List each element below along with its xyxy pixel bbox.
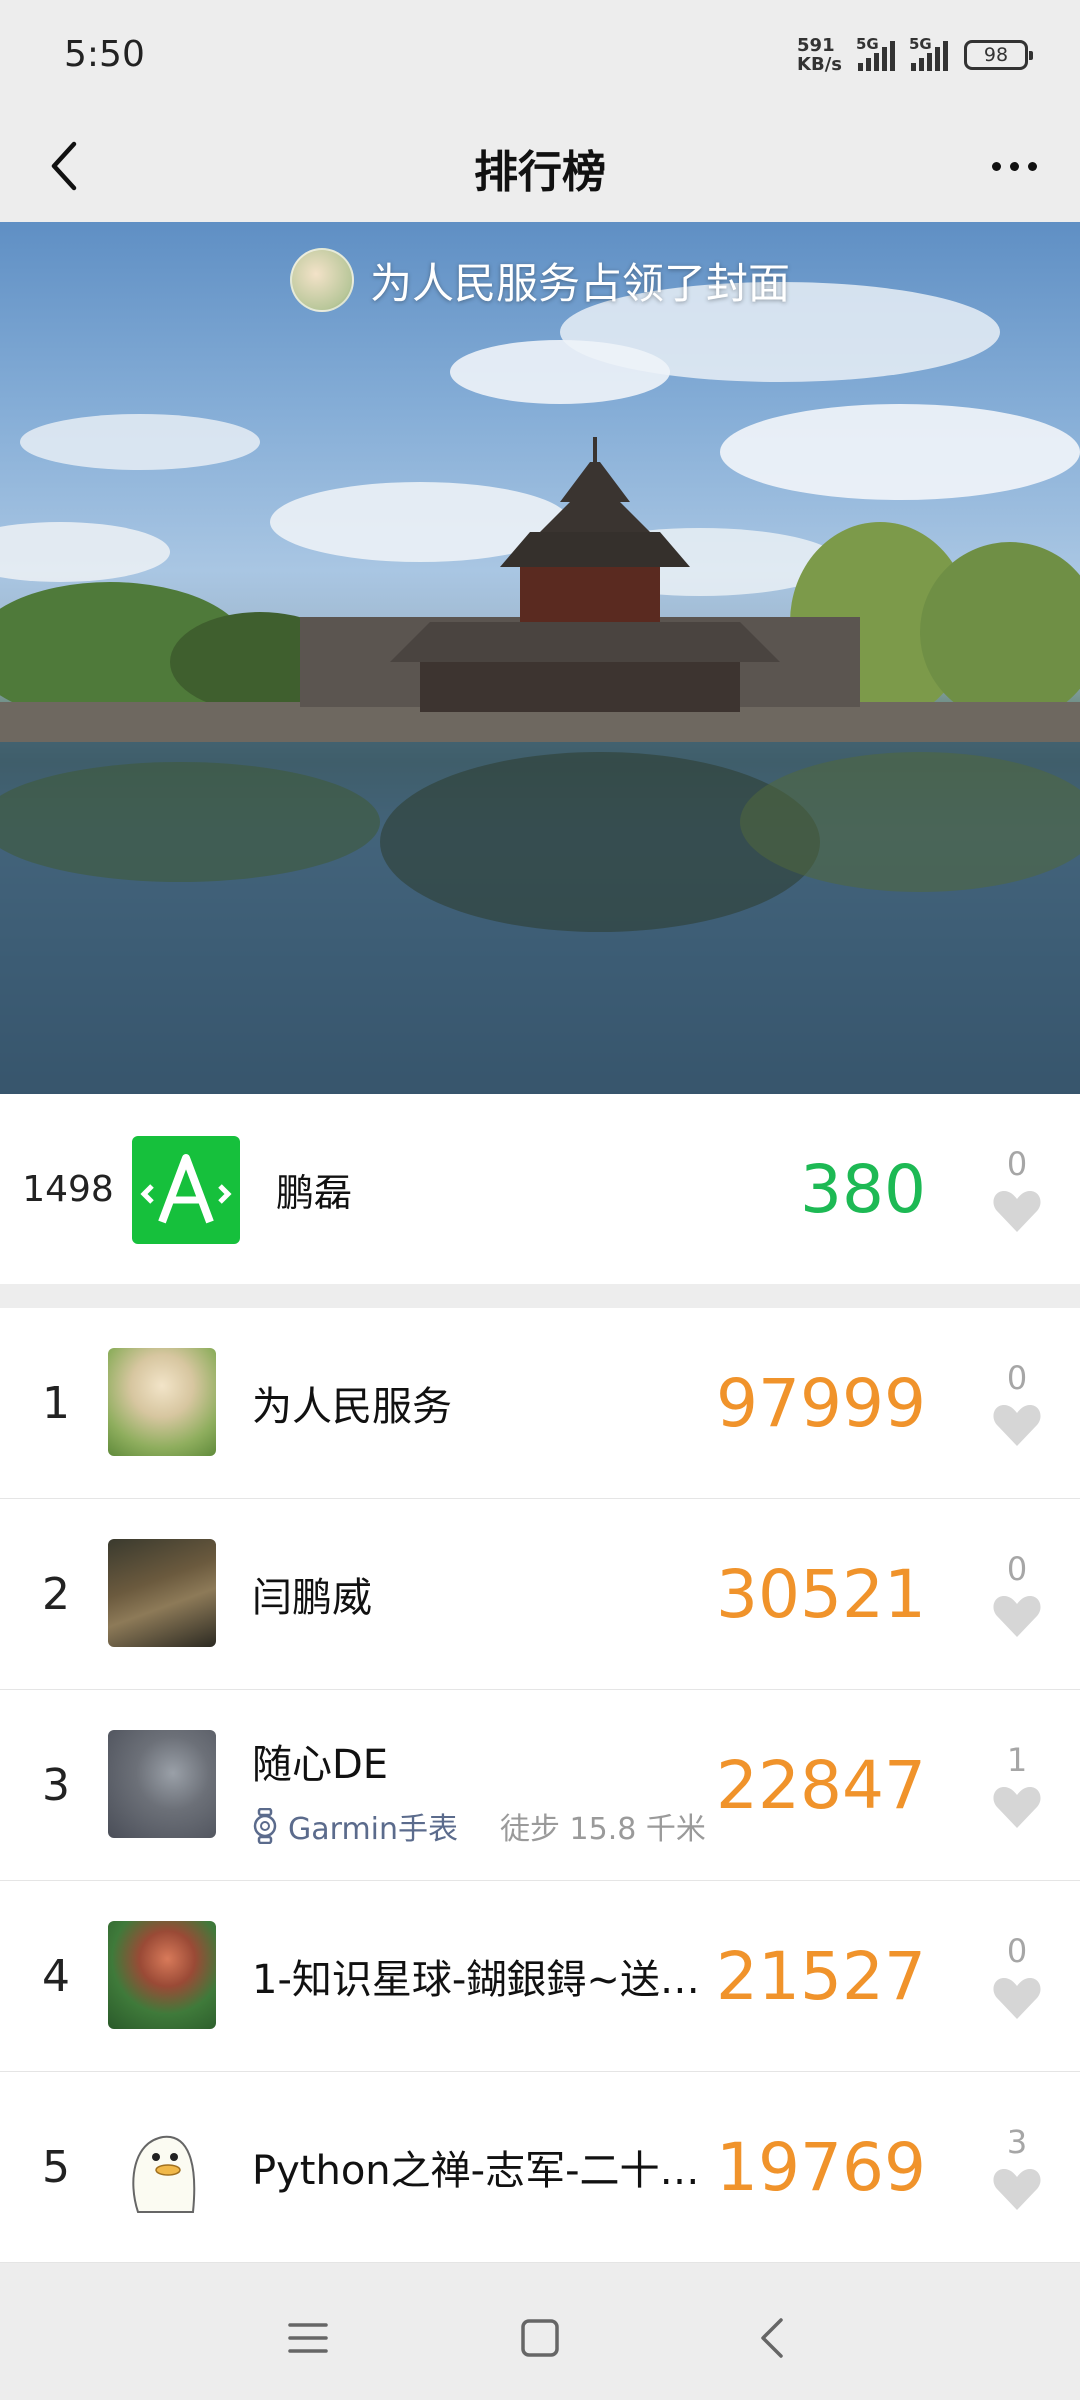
ranking-list: 1 为人民服务 97999 0 2 闫鹏威 30521 0 3 随心DE Gar… — [0, 1308, 1080, 2263]
step-count: 97999 — [716, 1364, 926, 1442]
my-rank-row[interactable]: 1498 鹏磊 380 0 — [0, 1094, 1080, 1284]
my-rank-number: 1498 — [22, 1168, 114, 1210]
network-speed: 591 KB/s — [797, 36, 842, 74]
menu-icon — [288, 2323, 328, 2353]
like-button[interactable]: 0 — [984, 1881, 1050, 2071]
like-button[interactable]: 3 — [984, 2072, 1050, 2262]
rank-number: 5 — [42, 2141, 70, 2193]
avatar[interactable] — [108, 1539, 216, 1647]
my-steps: 380 — [800, 1150, 926, 1228]
list-item[interactable]: 1 为人民服务 97999 0 — [0, 1308, 1080, 1499]
heart-icon — [993, 2169, 1041, 2210]
more-button[interactable] — [974, 130, 1054, 202]
list-item[interactable]: 2 闫鹏威 30521 0 — [0, 1499, 1080, 1690]
home-button[interactable] — [510, 2308, 570, 2368]
rank-number: 3 — [42, 1759, 70, 1811]
avatar[interactable] — [108, 1730, 216, 1838]
like-count: 0 — [1006, 1145, 1028, 1183]
more-dots-icon — [991, 161, 1001, 171]
status-indicators: 591 KB/s 5G 5G 98 — [797, 35, 1033, 74]
device-name: Garmin手表 — [288, 1812, 459, 1847]
like-button[interactable]: 1 — [984, 1690, 1050, 1880]
cover-image[interactable]: 为人民服务占领了封面 — [0, 222, 1080, 1094]
app-logo-icon — [140, 1154, 232, 1224]
watch-icon — [253, 1808, 277, 1844]
like-button[interactable]: 0 — [984, 1499, 1050, 1689]
user-name: 为人民服务 — [252, 1384, 452, 1430]
heart-icon — [993, 1405, 1041, 1446]
home-square-icon — [521, 2319, 559, 2357]
device-info: Garmin手表 徒步 15.8 千米 — [252, 1804, 706, 1848]
my-name: 鹏磊 — [276, 1170, 353, 1215]
heart-icon — [993, 1978, 1041, 2019]
user-name: 1-知识星球-鍸銀鍀~送… — [252, 1957, 700, 2003]
cover-caption: 为人民服务占领了封面 — [0, 248, 1080, 312]
my-avatar[interactable] — [132, 1136, 240, 1244]
signal-icon: 5G — [852, 35, 895, 71]
heart-icon — [993, 1787, 1041, 1828]
status-time: 5:50 — [64, 34, 145, 75]
like-button[interactable]: 0 — [984, 1308, 1050, 1498]
like-count: 0 — [1006, 1359, 1028, 1397]
cover-scene-image — [0, 282, 1080, 1094]
activity-meta: 徒步 15.8 千米 — [500, 1812, 706, 1847]
user-name: Python之禅-志军-二十… — [252, 2148, 700, 2194]
system-back-button[interactable] — [742, 2308, 802, 2368]
back-triangle-icon — [761, 2318, 783, 2358]
step-count: 22847 — [716, 1746, 926, 1824]
battery-icon: 98 — [964, 40, 1033, 70]
network-speed-value: 591 — [797, 35, 835, 56]
my-like-button[interactable]: 0 — [984, 1094, 1050, 1284]
heart-icon — [993, 1191, 1041, 1232]
heart-icon — [993, 1596, 1041, 1637]
like-count: 3 — [1006, 2123, 1028, 2161]
system-nav-bar — [0, 2276, 1080, 2400]
user-info: 随心DE Garmin手表 徒步 15.8 千米 — [252, 1732, 706, 1848]
list-item[interactable]: 3 随心DE Garmin手表 徒步 15.8 千米 22847 1 — [0, 1690, 1080, 1881]
rank-number: 2 — [42, 1568, 70, 1620]
battery-level: 98 — [983, 44, 1009, 66]
step-count: 19769 — [716, 2128, 926, 2206]
cover-caption-text: 为人民服务占领了封面 — [369, 258, 790, 308]
rank-number: 4 — [42, 1950, 70, 2002]
list-item[interactable]: 5 Python之禅-志军-二十… 19769 3 — [0, 2072, 1080, 2263]
like-count: 0 — [1006, 1550, 1028, 1588]
status-bar: 5:50 591 KB/s 5G 5G 98 — [0, 0, 1080, 110]
page-title: 排行榜 — [474, 147, 606, 198]
avatar[interactable] — [108, 1348, 216, 1456]
signal-icon-2: 5G — [905, 35, 948, 71]
step-count: 30521 — [716, 1555, 926, 1633]
section-divider — [0, 1284, 1080, 1308]
like-count: 0 — [1006, 1932, 1028, 1970]
avatar[interactable] — [108, 2112, 216, 2220]
user-name: 随心DE — [252, 1742, 389, 1788]
cover-avatar[interactable] — [289, 248, 354, 312]
list-item[interactable]: 4 1-知识星球-鍸銀鍀~送… 21527 0 — [0, 1881, 1080, 2072]
user-name: 闫鹏威 — [252, 1575, 372, 1621]
like-count: 1 — [1006, 1741, 1028, 1779]
network-speed-unit: KB/s — [797, 54, 842, 75]
step-count: 21527 — [716, 1937, 926, 2015]
recent-apps-button[interactable] — [278, 2308, 338, 2368]
avatar[interactable] — [108, 1921, 216, 2029]
sim1-label: 5G — [856, 35, 879, 53]
sim2-label: 5G — [909, 35, 932, 53]
nav-bar: 排行榜 — [0, 110, 1080, 222]
rank-number: 1 — [42, 1377, 70, 1429]
duck-avatar-image — [132, 2135, 196, 2213]
